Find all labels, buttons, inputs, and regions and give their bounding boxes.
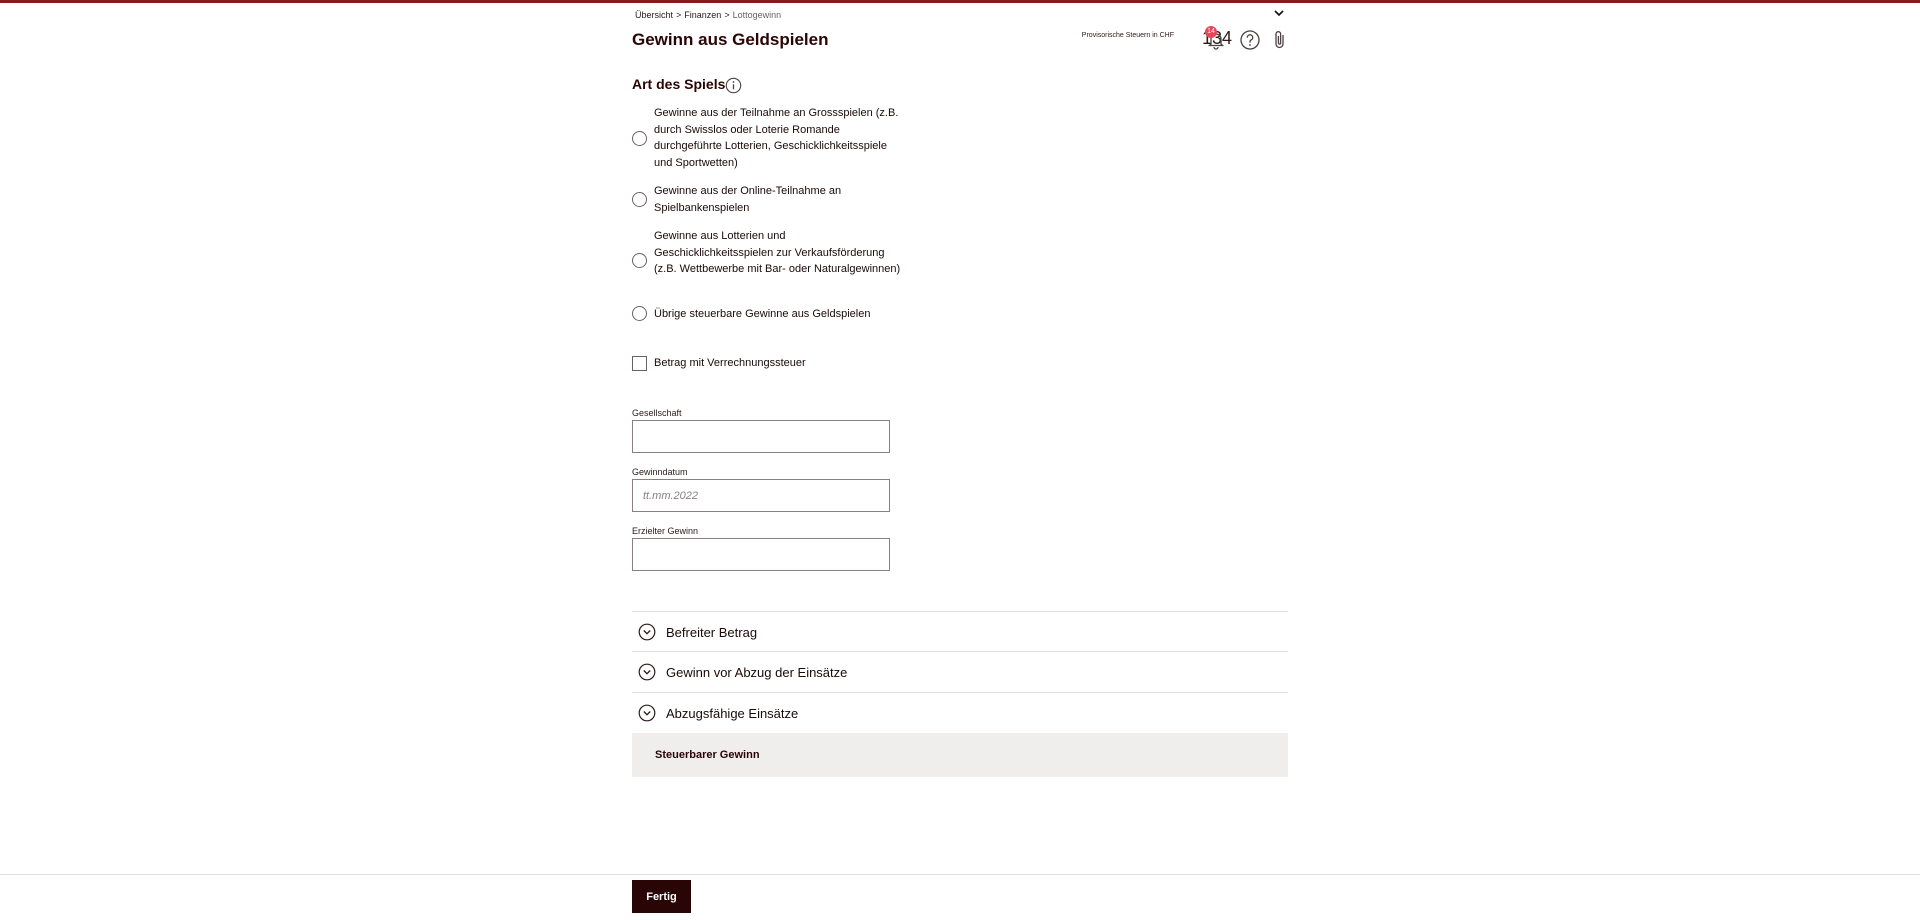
game-type-option[interactable]: Gewinne aus der Online-Teilnahme an Spie…: [632, 183, 922, 217]
chevron-circle-down-icon: [638, 623, 656, 641]
win-date-input[interactable]: [632, 479, 890, 512]
radio-button[interactable]: [632, 131, 647, 146]
accordion-gross-win[interactable]: Gewinn vor Abzug der Einsätze: [632, 651, 1288, 692]
game-type-option-label: Übrige steuerbare Gewinne aus Geldspiele…: [654, 308, 871, 320]
game-type-option-label: Gewinne aus der Online-Teilnahme an Spie…: [654, 185, 842, 214]
withholding-tax-checkbox[interactable]: [632, 356, 647, 371]
radio-button[interactable]: [632, 306, 647, 321]
done-button[interactable]: Fertig: [632, 880, 691, 913]
help-icon[interactable]: [1239, 29, 1261, 51]
game-type-option[interactable]: Gewinne aus der Teilnahme an Grossspiele…: [632, 105, 922, 173]
breadcrumb-separator: >: [724, 10, 730, 20]
page-title: Gewinn aus Geldspielen: [632, 30, 829, 49]
breadcrumb-item-finances[interactable]: Finanzen: [684, 10, 721, 20]
section-title-game-type: Art des Spiels: [632, 76, 726, 92]
chevron-circle-down-icon: [638, 663, 656, 681]
game-type-option[interactable]: Gewinne aus Lotterien und Geschicklichke…: [632, 228, 922, 296]
accordion-exempt-amount[interactable]: Befreiter Betrag: [632, 611, 1288, 652]
withholding-tax-label: Betrag mit Verrechnungssteuer: [654, 357, 806, 369]
accordion-deductible-stakes[interactable]: Abzugsfähige Einsätze: [632, 692, 1288, 733]
info-icon[interactable]: [725, 77, 742, 94]
radio-button[interactable]: [632, 253, 647, 268]
accordion-label: Gewinn vor Abzug der Einsätze: [666, 665, 848, 680]
company-field: Gesellschaft: [632, 408, 890, 453]
notification-badge: 14: [1205, 26, 1217, 38]
game-type-option-label: Gewinne aus Lotterien und Geschicklichke…: [654, 230, 901, 275]
footer-divider: [0, 874, 1920, 875]
win-date-field: Gewinndatum: [632, 467, 890, 512]
accordion-label: Befreiter Betrag: [666, 625, 758, 640]
win-amount-label: Erzielter Gewinn: [632, 526, 699, 536]
breadcrumb-current: Lottogewinn: [732, 10, 782, 20]
breadcrumb-item-overview[interactable]: Übersicht: [635, 10, 673, 20]
paperclip-icon[interactable]: [1272, 29, 1288, 51]
accordion-label: Abzugsfähige Einsätze: [666, 706, 799, 721]
chevron-down-icon[interactable]: [1273, 8, 1285, 18]
breadcrumb-separator: >: [676, 10, 682, 20]
chevron-circle-down-icon: [638, 704, 656, 722]
win-amount-input[interactable]: [632, 538, 890, 571]
top-accent-line: [0, 0, 1920, 3]
taxable-win-label: Steuerbarer Gewinn: [655, 749, 760, 761]
game-type-option[interactable]: Übrige steuerbare Gewinne aus Geldspiele…: [632, 306, 922, 324]
win-amount-field: Erzielter Gewinn: [632, 526, 890, 571]
game-type-option-label: Gewinne aus der Teilnahme an Grossspiele…: [654, 107, 899, 169]
company-label: Gesellschaft: [632, 408, 682, 418]
taxable-win-summary: Steuerbarer Gewinn: [632, 733, 1288, 777]
company-input[interactable]: [632, 420, 890, 453]
win-date-label: Gewinndatum: [632, 467, 688, 477]
radio-button[interactable]: [632, 192, 647, 207]
breadcrumb: Übersicht > Finanzen > Lottogewinn: [635, 10, 781, 20]
